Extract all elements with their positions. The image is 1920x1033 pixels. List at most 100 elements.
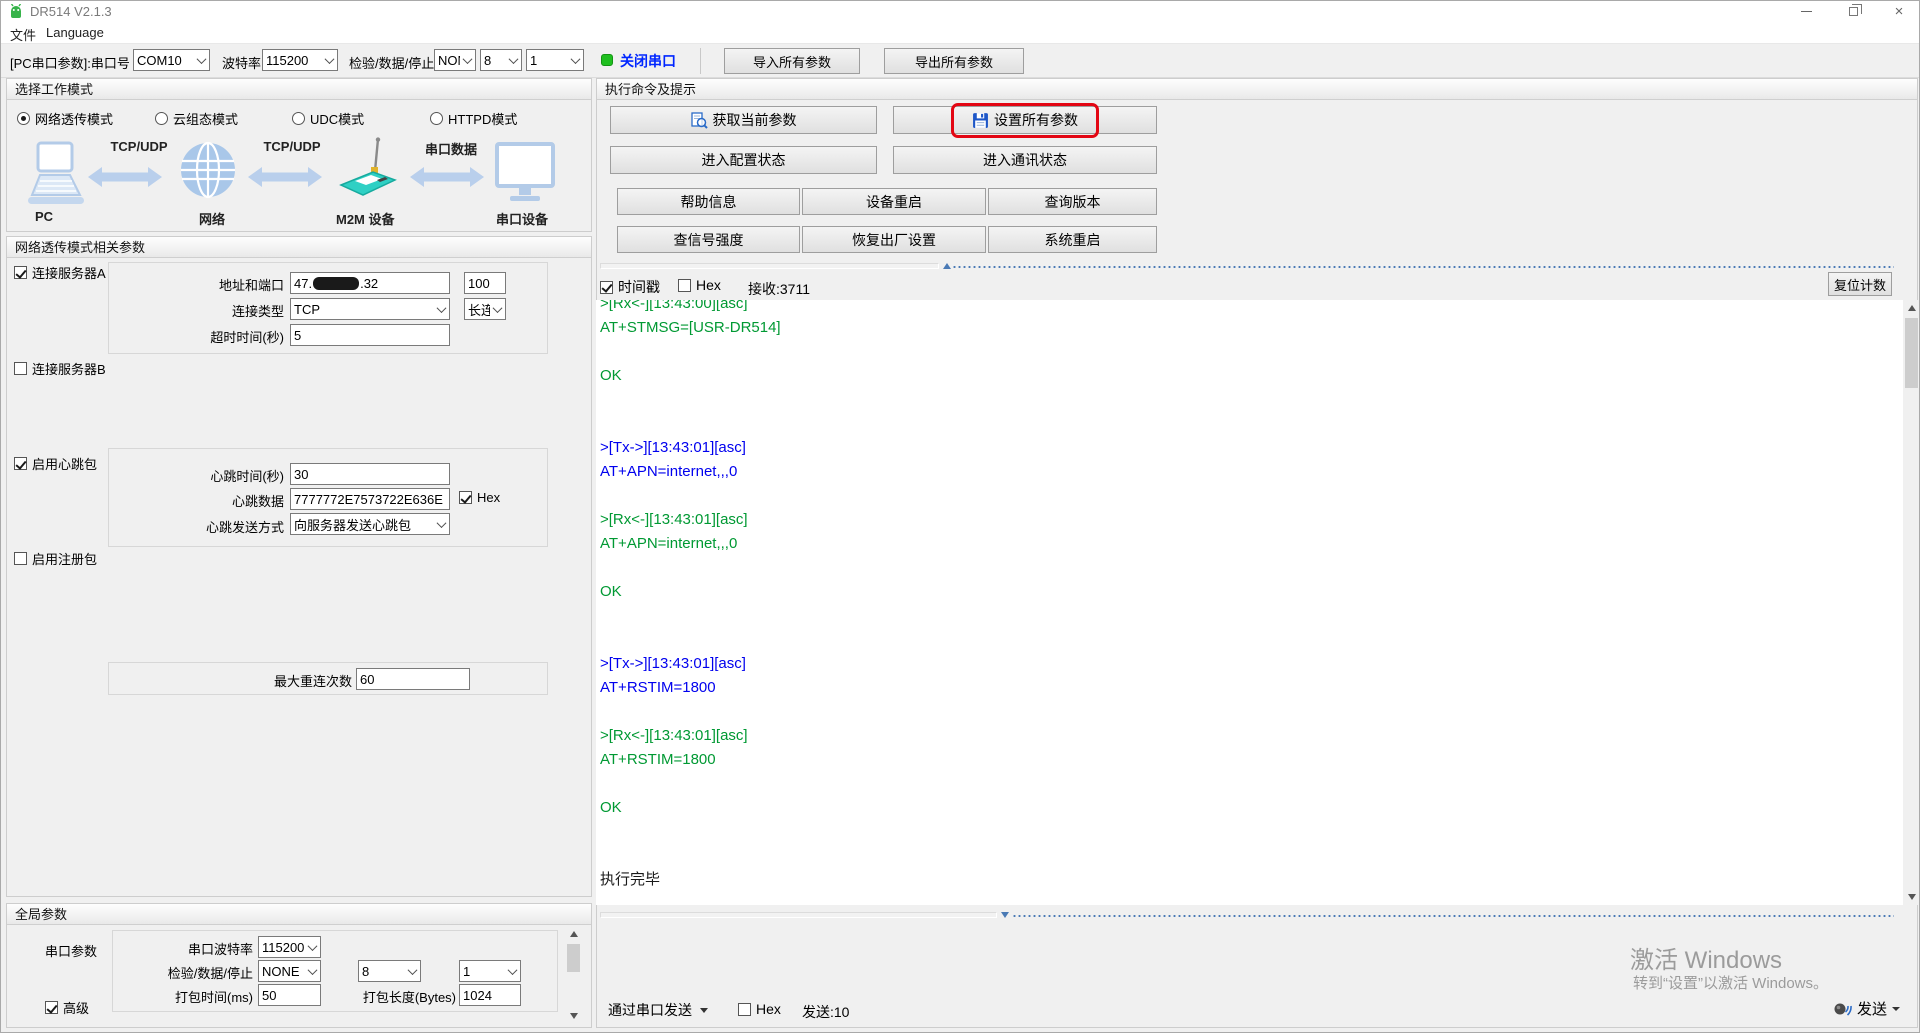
- baud-label: 波特率: [222, 53, 261, 72]
- glob-parity-label: 检验/数据/停止: [113, 963, 253, 982]
- set-params-button[interactable]: 设置所有参数: [893, 106, 1157, 134]
- enter-config-button[interactable]: 进入配置状态: [610, 146, 877, 174]
- radio-httpd-mode[interactable]: HTTPD模式: [430, 109, 517, 128]
- chevron-down-icon: [322, 50, 337, 70]
- link2-label: TCP/UDP: [256, 139, 328, 154]
- enter-comm-button[interactable]: 进入通讯状态: [893, 146, 1157, 174]
- log-line: >[Tx->][13:43:01][asc]: [600, 652, 1903, 676]
- radio-net-transparent-mode[interactable]: 网络透传模式: [17, 109, 113, 128]
- server-a-box: 地址和端口 47. .32 连接类型 TCP 长连接 超时时间(秒): [108, 262, 548, 354]
- menu-file[interactable]: 文件: [10, 25, 36, 44]
- scroll-up-icon[interactable]: [566, 926, 581, 942]
- log-lines: >[Rx<-][13:43:00][asc]AT+STMSG=[USR-DR51…: [596, 300, 1903, 892]
- factory-reset-button[interactable]: 恢复出厂设置: [802, 226, 986, 253]
- reset-counter-button[interactable]: 复位计数: [1828, 272, 1892, 296]
- serial-toolbar: [PC串口参数]:串口号 COM10 波特率 115200 检验/数据/停止 N…: [0, 44, 1920, 78]
- radio-udc-mode[interactable]: UDC模式: [292, 109, 364, 128]
- log-line: >[Tx->][13:43:01][asc]: [600, 436, 1903, 460]
- databits-select[interactable]: 8: [480, 49, 522, 71]
- checkbox-send-hex[interactable]: Hex: [738, 1001, 781, 1017]
- close-port-button[interactable]: 关闭串口: [620, 51, 676, 71]
- radio-cloud-mode[interactable]: 云组态模式: [155, 109, 238, 128]
- checkbox-server-b[interactable]: 连接服务器B: [14, 359, 106, 378]
- scrollbar-thumb[interactable]: [1905, 318, 1918, 388]
- activate-windows-watermark-sub: 转到“设置”以激活 Windows。: [1633, 972, 1828, 993]
- glob-databits-select[interactable]: 8: [358, 960, 421, 982]
- network-globe-icon: [179, 141, 237, 199]
- glob-stopbits-select[interactable]: 1: [459, 960, 521, 982]
- log-area[interactable]: >[Rx<-][13:43:00][asc]AT+STMSG=[USR-DR51…: [596, 300, 1903, 905]
- glob-baud-select[interactable]: 115200: [258, 936, 321, 958]
- pack-time-label: 打包时间(ms): [113, 987, 253, 1006]
- timeout-label: 超时时间(秒): [109, 327, 284, 346]
- reconnect-input[interactable]: [356, 668, 470, 690]
- query-version-button[interactable]: 查询版本: [988, 188, 1157, 215]
- left-panel-scrollbar[interactable]: [566, 926, 581, 1024]
- log-scrollbar[interactable]: [1904, 300, 1919, 905]
- radio-icon: [292, 112, 305, 125]
- baud-select[interactable]: 115200: [262, 49, 338, 71]
- parity-select[interactable]: NONI: [434, 49, 476, 71]
- chevron-down-icon: [405, 961, 420, 981]
- hb-mode-select[interactable]: 向服务器发送心跳包: [290, 513, 450, 535]
- checkbox-timestamp[interactable]: 时间戳: [600, 277, 660, 297]
- stopbits-select[interactable]: 1: [526, 49, 584, 71]
- link3-label: 串口数据: [413, 139, 489, 158]
- checkbox-register[interactable]: 启用注册包: [14, 549, 97, 568]
- splitter-collapse-icon[interactable]: [943, 263, 951, 269]
- checkbox-icon: [14, 457, 27, 470]
- toolbar-separator: [700, 48, 701, 74]
- restore-button[interactable]: [1832, 0, 1874, 22]
- timeout-input[interactable]: [290, 324, 450, 346]
- checkbox-icon: [459, 491, 472, 504]
- scroll-down-icon[interactable]: [1904, 889, 1919, 905]
- pc-serial-label: [PC串口参数]:串口号: [10, 53, 130, 72]
- log-line: >[Rx<-][13:43:00][asc]: [600, 300, 1903, 316]
- checkbox-advanced[interactable]: 高级: [45, 998, 89, 1017]
- log-line: OK: [600, 796, 1903, 820]
- device-reboot-button[interactable]: 设备重启: [802, 188, 986, 215]
- server-port-input[interactable]: [464, 272, 506, 294]
- scroll-down-icon[interactable]: [566, 1008, 581, 1024]
- splitter-collapse-icon[interactable]: [1001, 912, 1009, 918]
- send-horn-icon: [1832, 999, 1852, 1019]
- scroll-up-icon[interactable]: [1904, 300, 1919, 316]
- glob-parity-select[interactable]: NONE: [258, 960, 321, 982]
- log-line: AT+APN=internet,,,0: [600, 532, 1903, 556]
- recv-counter: 接收:3711: [748, 279, 810, 299]
- import-params-button[interactable]: 导入所有参数: [724, 48, 860, 74]
- get-params-button[interactable]: 获取当前参数: [610, 106, 877, 134]
- checkbox-server-a[interactable]: 连接服务器A: [14, 263, 106, 282]
- checkbox-log-hex[interactable]: Hex: [678, 277, 721, 293]
- menu-bar: 文件 Language: [0, 22, 1920, 44]
- m2m-device-icon: [337, 137, 399, 201]
- minimize-button[interactable]: [1785, 0, 1827, 22]
- network-caption: 网络: [199, 209, 225, 228]
- dropdown-arrow-icon: [1892, 1007, 1900, 1011]
- system-reboot-button[interactable]: 系统重启: [988, 226, 1157, 253]
- conn-mode-select[interactable]: 长连接: [464, 298, 506, 320]
- radio-icon: [155, 112, 168, 125]
- minimize-icon: [1801, 11, 1812, 12]
- checkbox-hb-hex[interactable]: Hex: [459, 490, 500, 505]
- menu-language[interactable]: Language: [46, 25, 104, 40]
- hb-data-input[interactable]: [290, 488, 450, 510]
- conn-type-select[interactable]: TCP: [290, 298, 450, 320]
- server-address-input[interactable]: 47. .32: [290, 272, 450, 294]
- checkbox-heartbeat[interactable]: 启用心跳包: [14, 454, 97, 473]
- scrollbar-thumb[interactable]: [567, 944, 580, 972]
- close-button[interactable]: ×: [1878, 0, 1920, 22]
- send-via-dropdown[interactable]: 通过串口发送: [608, 1000, 708, 1020]
- send-button[interactable]: 发送: [1832, 998, 1900, 1019]
- signal-strength-button[interactable]: 查信号强度: [617, 226, 800, 253]
- hb-time-input[interactable]: [290, 463, 450, 485]
- pack-len-input[interactable]: [459, 984, 521, 1006]
- export-params-button[interactable]: 导出所有参数: [884, 48, 1024, 74]
- help-info-button[interactable]: 帮助信息: [617, 188, 800, 215]
- pack-time-input[interactable]: [258, 984, 321, 1006]
- checkbox-icon: [14, 266, 27, 279]
- hb-mode-label: 心跳发送方式: [109, 517, 284, 536]
- log-bottom-splitter[interactable]: [600, 911, 1900, 920]
- log-top-splitter[interactable]: [600, 262, 1900, 271]
- com-port-select[interactable]: COM10: [133, 49, 210, 71]
